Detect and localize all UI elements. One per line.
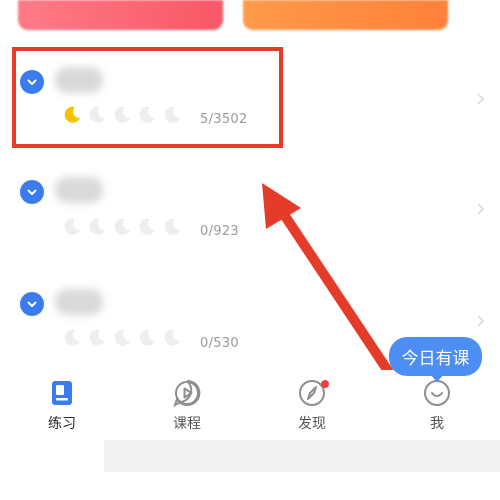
tab-label: 练习 xyxy=(48,416,76,432)
moon-empty-icon xyxy=(64,218,80,235)
tab-discover[interactable]: 发现 xyxy=(267,378,357,438)
chevron-right-icon[interactable] xyxy=(474,314,488,328)
chevron-right-icon[interactable] xyxy=(474,202,488,216)
moon-empty-icon xyxy=(89,329,105,346)
notification-badge xyxy=(321,380,329,388)
promo-banner-right[interactable] xyxy=(243,0,448,30)
item-title-blurred xyxy=(55,177,103,203)
moon-empty-icon xyxy=(114,218,130,235)
moon-empty-icon xyxy=(139,218,155,235)
course-play-icon xyxy=(173,379,201,407)
bottom-area xyxy=(104,440,500,472)
tooltip-tail xyxy=(430,374,444,382)
tab-label: 课程 xyxy=(173,416,201,432)
profile-smile-icon xyxy=(424,380,450,406)
chevron-down-circle-icon[interactable] xyxy=(20,180,44,204)
practice-book-icon xyxy=(52,381,72,405)
annotation-highlight-box xyxy=(12,47,283,148)
moon-rating xyxy=(62,217,182,237)
chevron-right-icon[interactable] xyxy=(474,92,488,106)
chevron-down-circle-icon[interactable] xyxy=(20,292,44,316)
item-title-blurred xyxy=(55,289,103,315)
moon-empty-icon xyxy=(64,329,80,346)
promo-banner-left[interactable] xyxy=(18,0,223,30)
moon-empty-icon xyxy=(164,329,180,346)
tooltip-text: 今日有课 xyxy=(401,349,470,369)
tab-label: 我 xyxy=(430,416,444,432)
moon-empty-icon xyxy=(114,329,130,346)
progress-count: 0/530 xyxy=(200,336,239,351)
bottom-tab-bar: 练习 课程 发现 我 xyxy=(0,370,500,440)
list-item[interactable]: 0/923 xyxy=(0,160,500,260)
today-class-tooltip[interactable]: 今日有课 xyxy=(389,337,482,376)
progress-count: 0/923 xyxy=(200,224,239,239)
tab-me[interactable]: 我 xyxy=(392,378,482,438)
moon-empty-icon xyxy=(89,218,105,235)
tab-label: 发现 xyxy=(298,416,326,432)
moon-rating xyxy=(62,328,182,348)
moon-empty-icon xyxy=(164,218,180,235)
tab-practice[interactable]: 练习 xyxy=(17,378,107,438)
moon-empty-icon xyxy=(139,329,155,346)
tab-courses[interactable]: 课程 xyxy=(142,378,232,438)
